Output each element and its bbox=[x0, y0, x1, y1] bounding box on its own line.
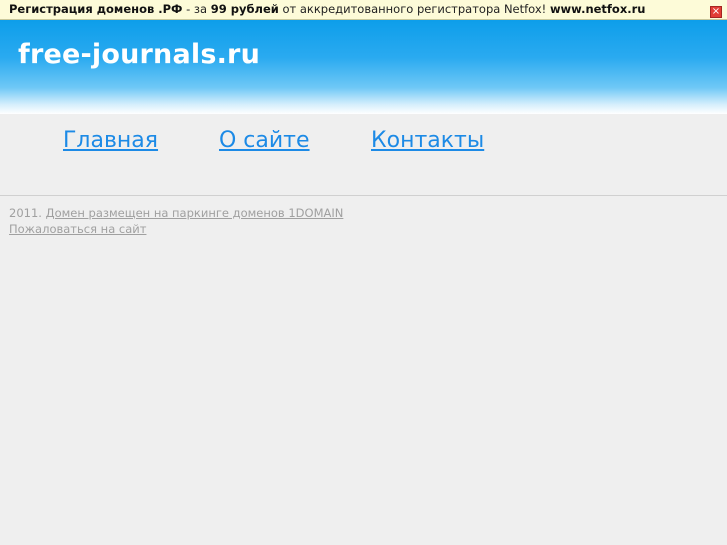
main-nav: Главная О сайте Контакты bbox=[0, 114, 727, 194]
promo-text-bold-1: Регистрация доменов .РФ bbox=[9, 2, 183, 16]
footer-year: 2011. bbox=[9, 206, 46, 220]
footer-line-1: 2011. Домен размещен на паркинге доменов… bbox=[9, 205, 343, 221]
promo-text-bold-price: 99 рублей bbox=[210, 2, 279, 16]
parking-link[interactable]: Домен размещен на паркинге доменов 1DOMA… bbox=[46, 206, 344, 220]
promo-text-2: - за bbox=[182, 2, 211, 16]
nav-link-contacts[interactable]: Контакты bbox=[371, 128, 484, 153]
site-header: free-journals.ru bbox=[0, 20, 727, 114]
promo-bar: Регистрация доменов .РФ - за 99 рублей о… bbox=[0, 0, 727, 20]
close-icon[interactable]: × bbox=[710, 6, 722, 18]
complain-link[interactable]: Пожаловаться на сайт bbox=[9, 222, 146, 236]
nav-link-home[interactable]: Главная bbox=[63, 128, 158, 153]
nav-link-about[interactable]: О сайте bbox=[219, 128, 310, 153]
footer: 2011. Домен размещен на паркинге доменов… bbox=[9, 205, 343, 237]
divider bbox=[0, 195, 727, 196]
footer-line-2: Пожаловаться на сайт bbox=[9, 221, 343, 237]
site-title: free-journals.ru bbox=[18, 39, 260, 70]
promo-text-4: от аккредитованного регистратора Netfox! bbox=[278, 2, 550, 16]
promo-link-netfox[interactable]: www.netfox.ru bbox=[550, 2, 646, 16]
